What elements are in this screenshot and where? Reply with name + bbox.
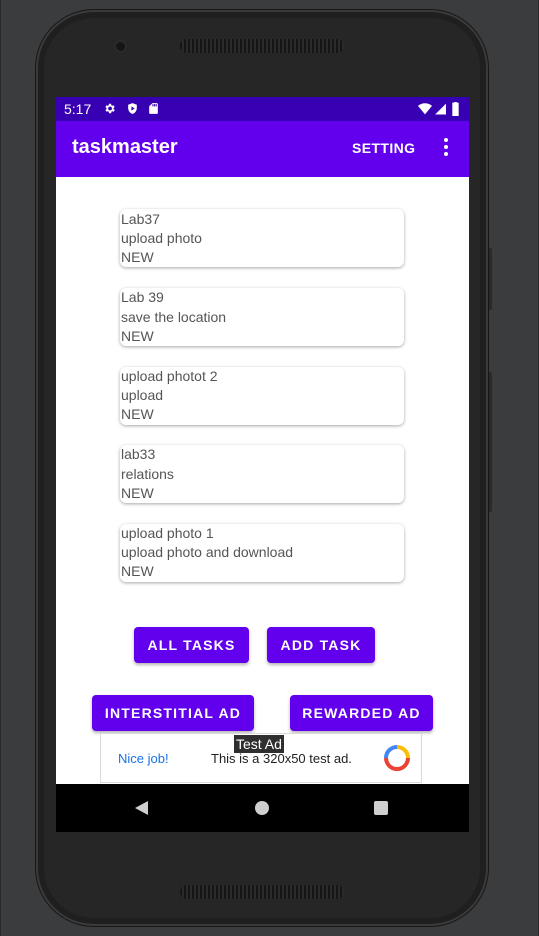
task-card[interactable]: Lab37 upload photo NEW [120, 209, 404, 267]
task-state: NEW [121, 485, 154, 501]
task-title: lab33 [121, 446, 156, 462]
stage-border-left [0, 0, 1, 936]
home-icon[interactable] [255, 801, 269, 815]
wifi-icon [418, 103, 432, 115]
ad-nice-job-text: Nice job! [118, 751, 169, 766]
task-card[interactable]: upload photot 2 upload NEW [120, 367, 404, 425]
recents-icon[interactable] [374, 801, 388, 815]
rewarded-ad-button[interactable]: REWARDED AD [290, 695, 433, 731]
front-camera [114, 40, 127, 53]
task-body: upload [121, 387, 164, 403]
top-speaker [180, 39, 344, 53]
power-button [488, 372, 492, 512]
task-body: relations [121, 466, 174, 482]
task-card[interactable]: lab33 relations NEW [120, 445, 404, 503]
task-state: NEW [121, 406, 154, 422]
task-state: NEW [121, 563, 154, 579]
status-bar: 5:17 [56, 97, 469, 121]
task-card[interactable]: Lab 39 save the location NEW [120, 288, 404, 346]
task-body: upload photo [121, 230, 202, 246]
task-body: upload photo and download [121, 544, 294, 560]
back-icon[interactable] [134, 800, 149, 816]
app-title: taskmaster [72, 136, 178, 158]
task-title: Lab37 [121, 211, 160, 227]
task-title: upload photo 1 [121, 525, 214, 541]
admob-logo-icon [384, 745, 410, 771]
task-card[interactable]: upload photo 1 upload photo and download… [120, 524, 404, 582]
task-body: save the location [121, 309, 227, 325]
play-protect-icon [128, 103, 137, 114]
task-state: NEW [121, 249, 154, 265]
setting-menu-button[interactable]: SETTING [352, 140, 415, 156]
add-task-button[interactable]: ADD TASK [267, 627, 375, 663]
test-ad-label: Test Ad [234, 735, 284, 753]
sd-card-icon [149, 103, 158, 114]
task-title: upload photot 2 [121, 368, 218, 384]
task-title: Lab 39 [121, 289, 164, 305]
app-bar: taskmaster SETTING [56, 121, 469, 177]
cell-signal-icon [435, 103, 446, 115]
status-time: 5:17 [64, 101, 92, 117]
bottom-speaker [180, 885, 344, 899]
battery-icon [452, 102, 459, 116]
ad-message: This is a 320x50 test ad. [211, 751, 352, 766]
interstitial-ad-button[interactable]: INTERSTITIAL AD [92, 695, 254, 731]
volume-button [488, 248, 492, 310]
device-screen: 5:17 taskmaster SETTING Lab37 upload pho… [56, 97, 469, 832]
task-state: NEW [121, 328, 154, 344]
navigation-bar [56, 784, 469, 832]
settings-gear-icon [105, 103, 115, 114]
all-tasks-button[interactable]: ALL TASKS [134, 627, 249, 663]
overflow-menu-icon[interactable] [439, 136, 453, 160]
